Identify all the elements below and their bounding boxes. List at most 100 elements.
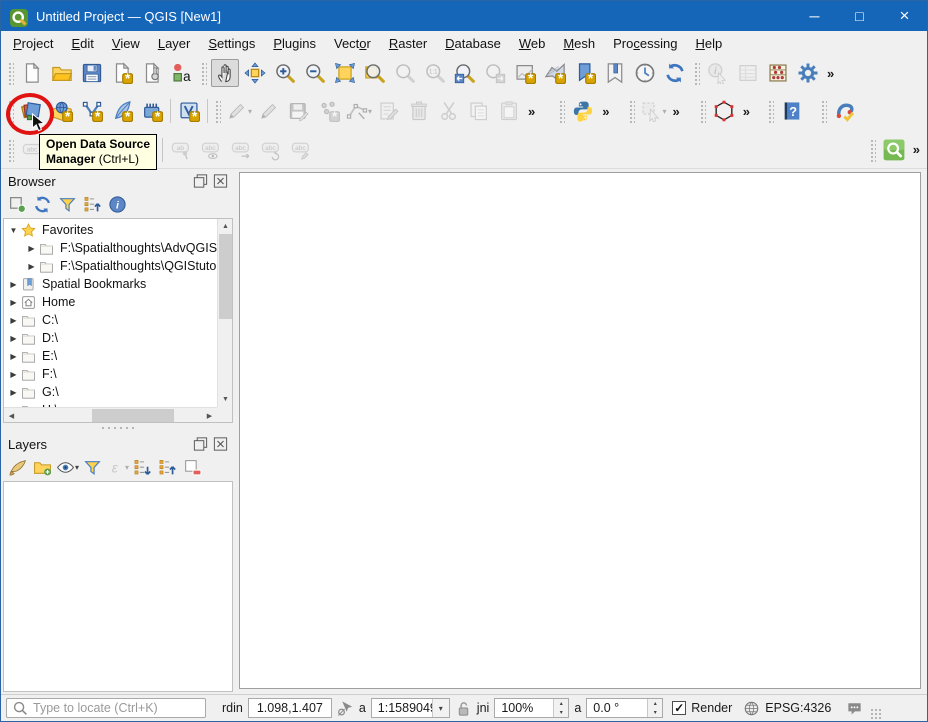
new-spatial-bookmark-button[interactable]: * bbox=[571, 59, 599, 87]
spin-up-icon[interactable]: ▴ bbox=[648, 699, 662, 708]
expand-all-button[interactable] bbox=[130, 455, 155, 479]
menu-processing[interactable]: Processing bbox=[604, 33, 686, 54]
expander-icon[interactable]: ▶ bbox=[6, 334, 21, 343]
zoom-full-button[interactable] bbox=[331, 59, 359, 87]
add-selected-layers-button[interactable] bbox=[5, 192, 30, 216]
new-spatialite-layer-button[interactable]: * bbox=[108, 97, 136, 125]
tree-item[interactable]: ▶D:\ bbox=[4, 329, 217, 347]
scroll-up-icon[interactable]: ▲ bbox=[218, 219, 233, 234]
new-map-view-button[interactable]: * bbox=[511, 59, 539, 87]
menu-settings[interactable]: Settings bbox=[199, 33, 264, 54]
toolbar-grip[interactable] bbox=[214, 99, 221, 123]
scroll-right-icon[interactable]: ▶ bbox=[202, 408, 217, 423]
toggle-editing-button[interactable] bbox=[255, 97, 283, 125]
zoom-out-button[interactable] bbox=[301, 59, 329, 87]
toolbar-overflow-button[interactable]: » bbox=[739, 104, 754, 119]
zoom-native-resolution-button[interactable]: 1:1 bbox=[421, 59, 449, 87]
lock-icon[interactable] bbox=[455, 700, 472, 717]
chevron-down-icon[interactable]: ▾ bbox=[248, 107, 252, 116]
expander-icon[interactable]: ▶ bbox=[24, 262, 39, 271]
browser-filter-button[interactable] bbox=[55, 192, 80, 216]
current-edits-button[interactable]: ▾ bbox=[225, 97, 253, 125]
browser-horizontal-scrollbar[interactable]: ◀ ▶ bbox=[4, 407, 217, 422]
checkbox-check-icon[interactable]: ✓ bbox=[672, 701, 686, 715]
menu-help[interactable]: Help bbox=[686, 33, 731, 54]
paste-features-button[interactable] bbox=[495, 97, 523, 125]
toolbar-grip[interactable] bbox=[7, 138, 14, 162]
tree-item[interactable]: ▶F:\Spatialthoughts\AdvQGIS bbox=[4, 239, 217, 257]
tree-item[interactable]: ▶F:\ bbox=[4, 365, 217, 383]
identify-features-button[interactable]: i bbox=[704, 59, 732, 87]
statistical-summary-button[interactable] bbox=[764, 59, 792, 87]
expander-icon[interactable]: ▶ bbox=[6, 370, 21, 379]
map-canvas[interactable] bbox=[239, 172, 921, 689]
chevron-down-icon[interactable]: ▾ bbox=[125, 463, 129, 472]
python-console-button[interactable] bbox=[569, 97, 597, 125]
chevron-down-icon[interactable]: ▾ bbox=[662, 107, 666, 116]
open-project-button[interactable] bbox=[48, 59, 76, 87]
toolbar-overflow-button[interactable]: » bbox=[909, 142, 924, 157]
menu-database[interactable]: Database bbox=[436, 33, 510, 54]
close-button[interactable]: × bbox=[882, 1, 927, 31]
manage-map-themes-button[interactable]: ▾ bbox=[55, 455, 80, 479]
scroll-left-icon[interactable]: ◀ bbox=[4, 408, 19, 423]
new-shapefile-layer-button[interactable]: * bbox=[78, 97, 106, 125]
menu-layer[interactable]: Layer bbox=[149, 33, 200, 54]
vertex-tool-button[interactable]: ▾ bbox=[345, 97, 373, 125]
spin-down-icon[interactable]: ▾ bbox=[554, 708, 568, 717]
modify-attributes-button[interactable] bbox=[375, 97, 403, 125]
magnifier-spinner[interactable]: 100% ▴ ▾ bbox=[494, 698, 569, 718]
open-layer-styling-button[interactable] bbox=[5, 455, 30, 479]
tree-item[interactable]: ▶F:\Spatialthoughts\QGIStuto bbox=[4, 257, 217, 275]
spin-up-icon[interactable]: ▴ bbox=[554, 699, 568, 708]
browser-collapse-all-button[interactable] bbox=[80, 192, 105, 216]
pan-map-button[interactable] bbox=[211, 59, 239, 87]
spin-down-icon[interactable]: ▾ bbox=[648, 708, 662, 717]
browser-float-button[interactable] bbox=[192, 174, 209, 189]
browser-properties-button[interactable]: i bbox=[105, 192, 130, 216]
toolbar-grip[interactable] bbox=[558, 99, 565, 123]
toolbar-grip[interactable] bbox=[869, 138, 876, 162]
geometry-checker-button[interactable] bbox=[831, 97, 859, 125]
osm-place-search-button[interactable] bbox=[880, 136, 908, 164]
menu-web[interactable]: Web bbox=[510, 33, 555, 54]
new-3d-map-view-button[interactable]: * bbox=[541, 59, 569, 87]
toolbar-grip[interactable] bbox=[820, 99, 827, 123]
toolbar-overflow-button[interactable]: » bbox=[668, 104, 683, 119]
filter-legend-button[interactable] bbox=[80, 455, 105, 479]
cut-features-button[interactable] bbox=[435, 97, 463, 125]
menu-edit[interactable]: Edit bbox=[62, 33, 102, 54]
menu-vector[interactable]: Vector bbox=[325, 33, 380, 54]
menu-plugins[interactable]: Plugins bbox=[264, 33, 325, 54]
maximize-button[interactable]: □ bbox=[837, 1, 882, 31]
expander-icon[interactable]: ▶ bbox=[6, 352, 21, 361]
refresh-map-button[interactable] bbox=[661, 59, 689, 87]
chevron-down-icon[interactable]: ▾ bbox=[75, 463, 79, 472]
scale-combo[interactable]: 1:1589049 ▾ bbox=[371, 698, 450, 718]
expander-icon[interactable]: ▶ bbox=[24, 244, 39, 253]
remove-layer-group-button[interactable] bbox=[180, 455, 205, 479]
messages-icon[interactable] bbox=[846, 700, 863, 717]
tree-item[interactable]: ▼Favorites bbox=[4, 221, 217, 239]
tree-item[interactable]: ▶Spatial Bookmarks bbox=[4, 275, 217, 293]
expander-icon[interactable]: ▼ bbox=[6, 226, 21, 235]
browser-refresh-button[interactable] bbox=[30, 192, 55, 216]
new-print-layout-button[interactable]: * bbox=[108, 59, 136, 87]
rotate-label-button[interactable]: abc bbox=[257, 136, 285, 164]
shape-digitizing-button[interactable] bbox=[710, 97, 738, 125]
toolbar-grip[interactable] bbox=[7, 61, 14, 85]
toolbar-grip[interactable] bbox=[767, 99, 774, 123]
panel-splitter[interactable] bbox=[1, 424, 234, 432]
tree-item[interactable]: ▶Home bbox=[4, 293, 217, 311]
new-temporary-scratch-layer-button[interactable]: * bbox=[138, 97, 166, 125]
toolbar-overflow-button[interactable]: » bbox=[598, 104, 613, 119]
expander-icon[interactable]: ▶ bbox=[6, 388, 21, 397]
expander-icon[interactable]: ▶ bbox=[6, 316, 21, 325]
highlight-pinned-labels-button[interactable]: abc bbox=[197, 136, 225, 164]
locator-search-input[interactable]: Type to locate (Ctrl+K) bbox=[6, 698, 206, 718]
open-attribute-table-button[interactable] bbox=[734, 59, 762, 87]
style-manager-button[interactable]: a bbox=[168, 59, 196, 87]
tree-item[interactable]: ▶G:\ bbox=[4, 383, 217, 401]
copy-features-button[interactable] bbox=[465, 97, 493, 125]
layers-float-button[interactable] bbox=[192, 437, 209, 452]
